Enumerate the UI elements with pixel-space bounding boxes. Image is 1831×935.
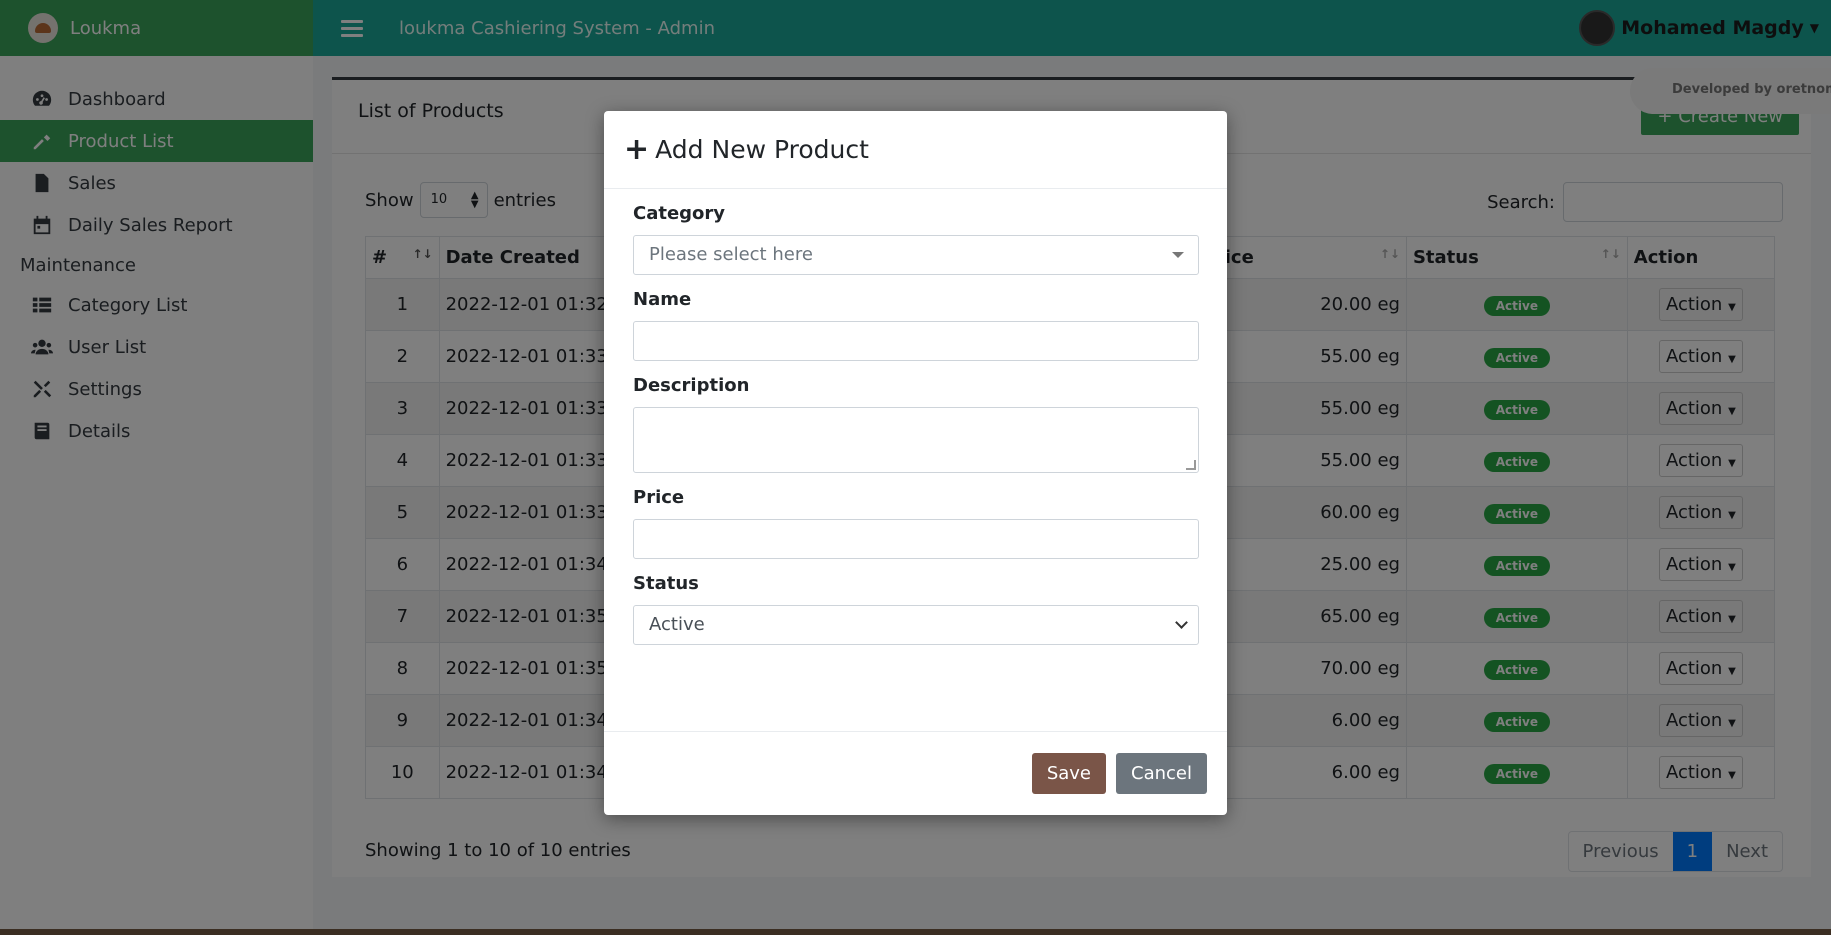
- description-label: Description: [633, 375, 750, 396]
- status-label: Status: [633, 573, 699, 594]
- modal-footer: Save Cancel: [604, 731, 1227, 815]
- price-label: Price: [633, 487, 685, 508]
- plus-icon: +: [624, 131, 650, 167]
- bottom-strip: [0, 929, 1831, 935]
- status-select[interactable]: Active: [633, 605, 1199, 645]
- category-placeholder: Please select here: [649, 244, 813, 265]
- name-label: Name: [633, 289, 692, 310]
- name-group: Name: [633, 289, 1199, 361]
- cancel-button[interactable]: Cancel: [1116, 753, 1207, 794]
- price-input[interactable]: [633, 519, 1199, 559]
- modal-title: Add New Product: [655, 135, 869, 164]
- price-group: Price: [633, 487, 1199, 559]
- status-value: Active: [649, 614, 705, 635]
- name-input[interactable]: [633, 321, 1199, 361]
- description-group: Description: [633, 375, 1199, 473]
- status-group: Status Active: [633, 573, 1199, 645]
- caret-down-icon: [1172, 252, 1184, 258]
- category-label: Category: [633, 203, 726, 224]
- chevron-down-icon: [1175, 616, 1188, 629]
- modal-body: Category Please select here Name Descrip…: [604, 189, 1227, 645]
- category-group: Category Please select here: [633, 203, 1199, 275]
- description-textarea[interactable]: [633, 407, 1199, 473]
- save-button[interactable]: Save: [1031, 753, 1107, 794]
- category-select[interactable]: Please select here: [633, 235, 1199, 275]
- resize-handle-icon[interactable]: [1186, 460, 1196, 470]
- add-product-modal: + Add New Product Category Please select…: [604, 111, 1227, 815]
- modal-header: + Add New Product: [604, 111, 1227, 189]
